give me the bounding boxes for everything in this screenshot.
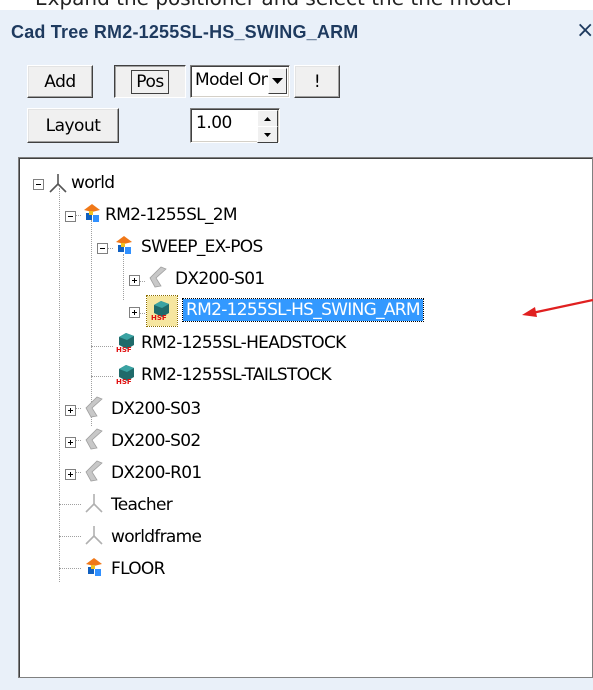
expand-icon[interactable] [65,437,76,448]
tree-connector [59,504,81,506]
tree-node-label: RM2-1255SL_2M [105,205,238,225]
expand-icon[interactable] [129,275,140,286]
svg-text:HSF: HSF [116,378,132,384]
spinner-buttons [257,110,278,143]
pos-button[interactable]: Pos [114,65,186,98]
assembly-icon [84,204,100,222]
collapse-icon[interactable] [97,243,108,254]
tree-node-label: SWEEP_EX-POS [141,237,263,257]
tree-node-label: RM2-1255SL-TAILSTOCK [141,365,332,385]
tree-node-label: RM2-1255SL-HEADSTOCK [141,333,346,353]
chevron-down-icon[interactable] [268,68,287,94]
scale-spinner[interactable]: 1.00 [190,108,280,143]
collapse-icon[interactable] [65,211,76,222]
tree-node-label: DX200-S01 [175,269,265,289]
expand-icon[interactable] [129,307,140,318]
tree-connector [59,536,81,538]
spin-down-icon[interactable] [257,126,278,143]
spin-up-icon[interactable] [257,110,278,127]
tree-connector [91,376,113,378]
assembly-icon [116,236,132,254]
frame-axis-icon [85,526,103,545]
tree-connector [123,254,125,300]
frame-axis-icon [85,494,103,513]
svg-text:HSF: HSF [151,314,167,320]
robot-arm-icon [85,428,103,450]
tree-node-label: DX200-S02 [111,431,201,451]
tree-node-label: DX200-S03 [111,399,201,419]
tree-node-label: Teacher [111,495,173,515]
collapse-icon[interactable] [33,179,44,190]
expand-icon[interactable] [65,469,76,480]
tree-node-label: DX200-R01 [111,463,202,483]
pos-button-label: Pos [131,69,169,94]
cad-tree-panel: Cad Tree RM2-1255SL-HS_SWING_ARM × Add P… [0,10,593,690]
tree-connector [91,346,113,348]
tree-node-label: FLOOR [111,559,165,579]
robot-arm-icon [85,460,103,482]
tree-connector [59,188,61,582]
cad-tree-view[interactable]: world RM2-1255SL_2M SWEEP_EX-POS DX200-S… [18,157,593,678]
part-icon: HSF [151,301,169,320]
tree-node-label-selected: RM2-1255SL-HS_SWING_ARM [182,298,424,322]
assembly-icon [86,558,102,576]
add-button[interactable]: Add [27,65,93,98]
mode-select[interactable]: Model Only [190,65,290,98]
robot-arm-icon [149,266,167,288]
tree-connector [59,568,81,570]
tree-node-label: worldframe [111,527,202,547]
scale-value[interactable]: 1.00 [196,113,232,133]
annotation-arrow-icon [522,298,593,317]
close-icon[interactable]: × [576,18,593,43]
svg-text:HSF: HSF [116,346,132,352]
layout-button[interactable]: Layout [27,108,119,143]
part-icon: HSF [116,365,134,384]
tutorial-caption: Expand the positioner and select the the… [0,0,593,10]
bang-button[interactable]: ! [294,65,340,98]
robot-arm-icon [85,396,103,418]
panel-title: Cad Tree RM2-1255SL-HS_SWING_ARM [11,22,359,42]
tree-node-label: world [71,173,115,193]
expand-icon[interactable] [65,405,76,416]
part-icon: HSF [116,333,134,352]
frame-axis-icon [49,174,67,193]
